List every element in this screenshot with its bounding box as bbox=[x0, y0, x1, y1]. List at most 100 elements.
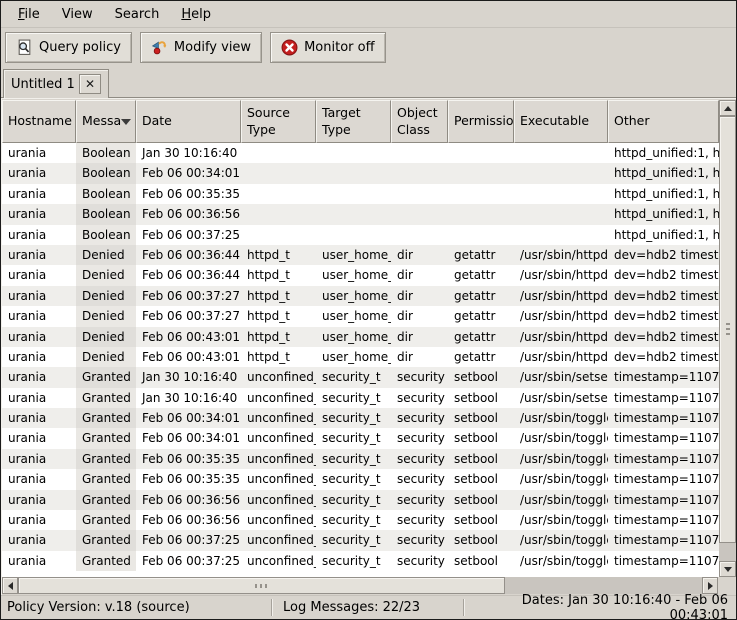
table-cell[interactable]: dev=hdb2 timesta bbox=[608, 286, 719, 306]
horizontal-scrollbar-track[interactable] bbox=[505, 577, 702, 594]
scroll-down-button[interactable] bbox=[719, 561, 736, 577]
menu-help[interactable]: Help bbox=[170, 3, 222, 26]
table-cell[interactable]: httpd_unified:1, h bbox=[608, 184, 719, 204]
table-cell[interactable]: unconfined_ bbox=[241, 510, 316, 530]
table-cell[interactable]: security bbox=[391, 551, 448, 571]
table-cell[interactable]: Boolean bbox=[76, 225, 136, 245]
table-row[interactable]: uraniaGrantedFeb 06 00:34:01unconfined_s… bbox=[2, 408, 719, 428]
table-cell[interactable]: /usr/sbin/setseb bbox=[514, 388, 608, 408]
table-cell[interactable] bbox=[448, 184, 514, 204]
table-cell[interactable]: Feb 06 00:43:01 bbox=[136, 327, 241, 347]
vertical-scrollbar-thumb[interactable] bbox=[719, 116, 736, 543]
table-cell[interactable]: security_t bbox=[316, 469, 391, 489]
table-cell[interactable]: Denied bbox=[76, 327, 136, 347]
table-cell[interactable]: Jan 30 10:16:40 bbox=[136, 143, 241, 163]
table-cell[interactable] bbox=[241, 143, 316, 163]
table-cell[interactable]: dir bbox=[391, 265, 448, 285]
table-cell[interactable]: /usr/sbin/toggle bbox=[514, 469, 608, 489]
table-row[interactable]: uraniaBooleanFeb 06 00:34:01httpd_unifie… bbox=[2, 163, 719, 183]
table-cell[interactable]: setbool bbox=[448, 408, 514, 428]
column-header-date[interactable]: Date bbox=[136, 100, 241, 143]
table-row[interactable]: uraniaBooleanFeb 06 00:35:35httpd_unifie… bbox=[2, 184, 719, 204]
table-cell[interactable] bbox=[514, 184, 608, 204]
table-cell[interactable]: httpd_unified:1, h bbox=[608, 163, 719, 183]
table-cell[interactable]: dev=hdb2 timesta bbox=[608, 327, 719, 347]
table-cell[interactable] bbox=[241, 204, 316, 224]
scroll-up-button[interactable] bbox=[719, 100, 736, 116]
table-row[interactable]: uraniaGrantedJan 30 10:16:40unconfined_s… bbox=[2, 388, 719, 408]
table-cell[interactable]: httpd_unified:1, h bbox=[608, 143, 719, 163]
table-cell[interactable] bbox=[448, 225, 514, 245]
table-cell[interactable] bbox=[241, 163, 316, 183]
table-cell[interactable]: dir bbox=[391, 327, 448, 347]
table-cell[interactable]: setbool bbox=[448, 449, 514, 469]
table-cell[interactable]: /usr/sbin/toggle bbox=[514, 408, 608, 428]
table-cell[interactable]: Feb 06 00:36:56 bbox=[136, 510, 241, 530]
table-cell[interactable]: timestamp=11076 bbox=[608, 510, 719, 530]
table-cell[interactable] bbox=[391, 225, 448, 245]
table-cell[interactable]: setbool bbox=[448, 490, 514, 510]
table-cell[interactable]: security_t bbox=[316, 490, 391, 510]
table-cell[interactable]: dir bbox=[391, 347, 448, 367]
table-cell[interactable]: dir bbox=[391, 245, 448, 265]
table-cell[interactable]: unconfined_ bbox=[241, 449, 316, 469]
table-cell[interactable]: Granted bbox=[76, 510, 136, 530]
table-cell[interactable]: security bbox=[391, 408, 448, 428]
table-cell[interactable]: timestamp=11076 bbox=[608, 408, 719, 428]
table-cell[interactable]: Feb 06 00:34:01 bbox=[136, 408, 241, 428]
table-cell[interactable]: Granted bbox=[76, 490, 136, 510]
table-cell[interactable]: /usr/sbin/toggle bbox=[514, 530, 608, 550]
table-cell[interactable]: setbool bbox=[448, 510, 514, 530]
scroll-right-button[interactable] bbox=[702, 577, 718, 594]
table-cell[interactable]: Jan 30 10:16:40 bbox=[136, 367, 241, 387]
table-cell[interactable]: setbool bbox=[448, 428, 514, 448]
table-cell[interactable]: Feb 06 00:36:44 bbox=[136, 245, 241, 265]
table-cell[interactable] bbox=[448, 143, 514, 163]
table-cell[interactable]: security bbox=[391, 490, 448, 510]
table-row[interactable]: uraniaBooleanFeb 06 00:37:25httpd_unifie… bbox=[2, 225, 719, 245]
table-cell[interactable]: Boolean bbox=[76, 143, 136, 163]
table-cell[interactable]: security bbox=[391, 469, 448, 489]
table-cell[interactable]: getattr bbox=[448, 306, 514, 326]
table-row[interactable]: uraniaGrantedFeb 06 00:34:01unconfined_s… bbox=[2, 428, 719, 448]
menu-file[interactable]: File bbox=[7, 3, 51, 26]
table-cell[interactable]: unconfined_ bbox=[241, 490, 316, 510]
table-row[interactable]: uraniaDeniedFeb 06 00:43:01httpd_tuser_h… bbox=[2, 327, 719, 347]
vertical-scrollbar[interactable] bbox=[719, 100, 736, 577]
menu-view[interactable]: View bbox=[51, 3, 104, 26]
table-cell[interactable] bbox=[514, 163, 608, 183]
table-row[interactable]: uraniaDeniedFeb 06 00:36:44httpd_tuser_h… bbox=[2, 265, 719, 285]
table-cell[interactable]: security_t bbox=[316, 388, 391, 408]
table-cell[interactable]: timestamp=11076 bbox=[608, 490, 719, 510]
table-cell[interactable]: Boolean bbox=[76, 204, 136, 224]
table-cell[interactable]: timestamp=11076 bbox=[608, 449, 719, 469]
table-row[interactable]: uraniaBooleanJan 30 10:16:40httpd_unifie… bbox=[2, 143, 719, 163]
table-cell[interactable]: httpd_t bbox=[241, 265, 316, 285]
table-cell[interactable]: urania bbox=[2, 265, 76, 285]
table-cell[interactable]: urania bbox=[2, 286, 76, 306]
table-cell[interactable]: Feb 06 00:43:01 bbox=[136, 347, 241, 367]
table-cell[interactable]: /usr/sbin/httpd bbox=[514, 286, 608, 306]
table-cell[interactable]: security_t bbox=[316, 449, 391, 469]
table-cell[interactable]: urania bbox=[2, 245, 76, 265]
table-cell[interactable]: dev=hdb2 timesta bbox=[608, 245, 719, 265]
table-cell[interactable]: Boolean bbox=[76, 163, 136, 183]
table-cell[interactable]: unconfined_ bbox=[241, 388, 316, 408]
table-cell[interactable]: Feb 06 00:35:35 bbox=[136, 449, 241, 469]
table-cell[interactable]: security_t bbox=[316, 510, 391, 530]
table-cell[interactable]: setbool bbox=[448, 530, 514, 550]
table-cell[interactable]: setbool bbox=[448, 388, 514, 408]
table-cell[interactable]: /usr/sbin/httpd bbox=[514, 245, 608, 265]
table-cell[interactable]: security bbox=[391, 510, 448, 530]
table-cell[interactable]: security bbox=[391, 388, 448, 408]
table-cell[interactable]: httpd_unified:1, h bbox=[608, 204, 719, 224]
table-cell[interactable]: httpd_t bbox=[241, 327, 316, 347]
table-cell[interactable]: unconfined_ bbox=[241, 367, 316, 387]
table-cell[interactable]: unconfined_ bbox=[241, 530, 316, 550]
column-header-object-class[interactable]: Object Class bbox=[391, 100, 448, 143]
table-cell[interactable] bbox=[514, 204, 608, 224]
table-cell[interactable]: httpd_t bbox=[241, 286, 316, 306]
table-cell[interactable]: dir bbox=[391, 306, 448, 326]
table-cell[interactable]: /usr/sbin/httpd bbox=[514, 347, 608, 367]
table-cell[interactable]: getattr bbox=[448, 347, 514, 367]
